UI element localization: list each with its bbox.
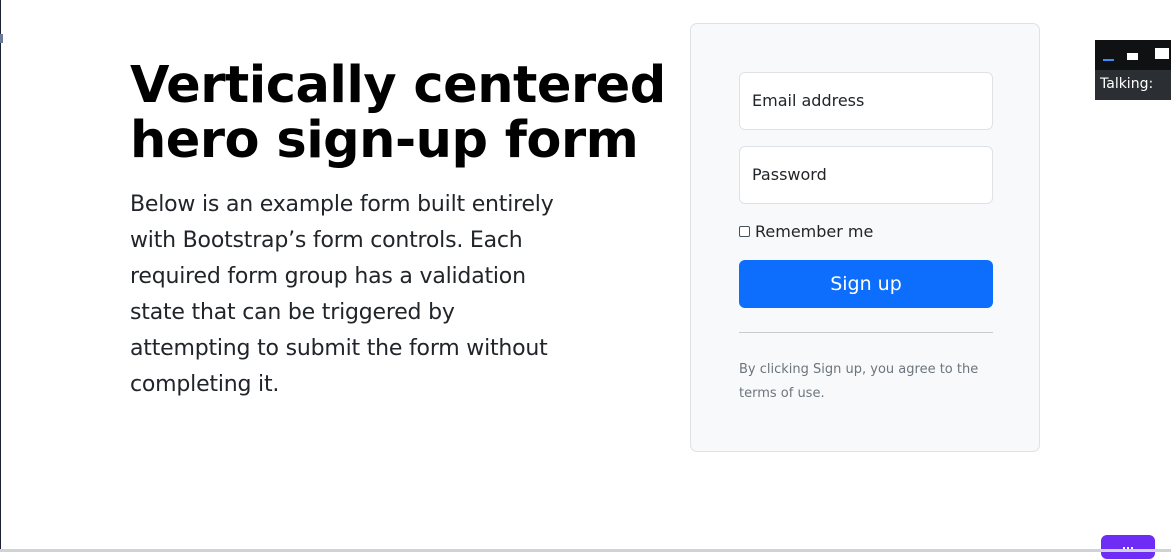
- signup-form-card: Email address Password Remember me Sign …: [690, 23, 1040, 452]
- form-divider: [739, 332, 993, 333]
- password-field[interactable]: Password: [739, 146, 993, 204]
- window-icon[interactable]: [1155, 48, 1169, 59]
- window-edge-marker: [0, 34, 3, 43]
- sign-up-button[interactable]: Sign up: [739, 260, 993, 308]
- email-field[interactable]: Email address: [739, 72, 993, 130]
- remember-me-control[interactable]: Remember me: [739, 222, 873, 241]
- window-left-border: [0, 0, 1, 552]
- stop-icon[interactable]: [1127, 53, 1138, 60]
- minimize-icon[interactable]: [1103, 59, 1114, 61]
- widget-toolbar: [1095, 40, 1171, 70]
- email-field-label: Email address: [752, 91, 865, 110]
- password-field-label: Password: [752, 165, 827, 184]
- hero-lead-text: Below is an example form built entirely …: [130, 192, 554, 397]
- checkbox-icon[interactable]: [739, 226, 750, 237]
- terms-text: By clicking Sign up, you agree to the te…: [739, 362, 979, 401]
- floating-action-button[interactable]: [1101, 535, 1155, 559]
- hero-title: Vertically centered hero sign-up form: [130, 56, 666, 170]
- talking-widget: Talking:: [1095, 40, 1171, 100]
- talking-label: Talking:: [1100, 76, 1154, 92]
- remember-me-label: Remember me: [755, 222, 874, 241]
